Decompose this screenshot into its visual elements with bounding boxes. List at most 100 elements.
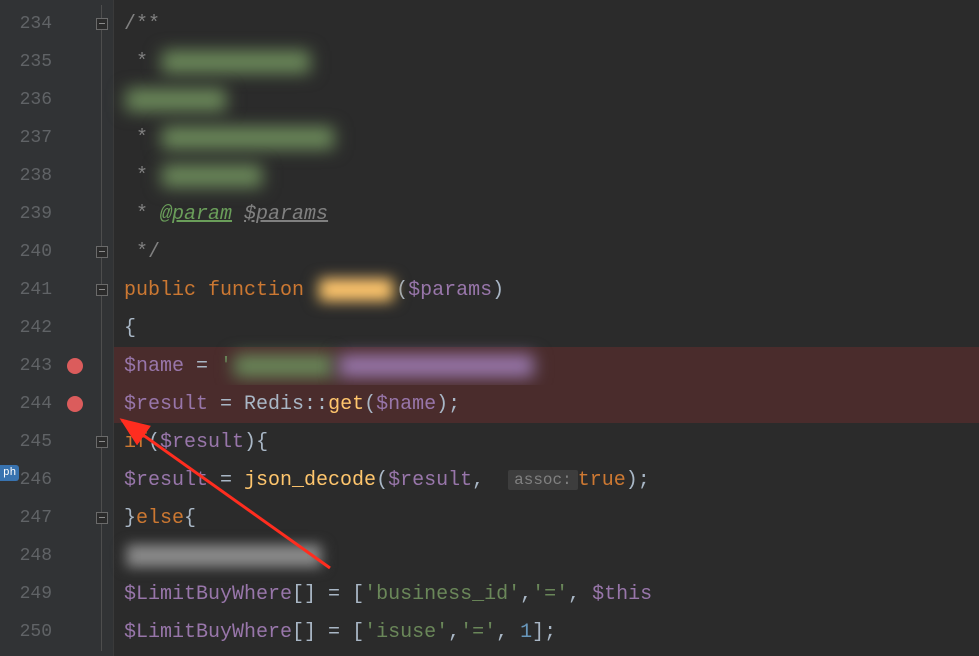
- fold-slot[interactable]: [90, 233, 113, 271]
- breakpoint-slot[interactable]: [60, 157, 90, 195]
- breakpoint-slot[interactable]: [60, 461, 90, 499]
- fold-slot[interactable]: [90, 613, 113, 651]
- code-line[interactable]: ████████: [114, 81, 979, 119]
- breakpoint-icon[interactable]: [67, 396, 83, 412]
- fold-marker-icon[interactable]: [96, 18, 108, 30]
- line-number[interactable]: 239: [0, 195, 60, 233]
- fold-marker-icon[interactable]: [96, 246, 108, 258]
- breakpoints-column[interactable]: [60, 0, 90, 656]
- variable-result: $result: [124, 469, 208, 492]
- line-number[interactable]: 245: [0, 423, 60, 461]
- breakpoint-slot[interactable]: [60, 385, 90, 423]
- code-line[interactable]: {: [114, 309, 979, 347]
- arr-close: ]: [532, 621, 544, 644]
- fold-slot[interactable]: [90, 195, 113, 233]
- line-number[interactable]: 235: [0, 43, 60, 81]
- variable-result: $result: [160, 431, 244, 454]
- comma: ,: [568, 583, 592, 606]
- redacted-text: ████████: [160, 165, 264, 188]
- doctag-param: @param: [160, 203, 232, 226]
- line-number[interactable]: 238: [0, 157, 60, 195]
- code-line[interactable]: * ████████████: [114, 43, 979, 81]
- line-number[interactable]: 250: [0, 613, 60, 651]
- fold-slot[interactable]: [90, 461, 113, 499]
- line-number[interactable]: 243: [0, 347, 60, 385]
- semicolon: ;: [448, 393, 460, 416]
- line-number[interactable]: 249: [0, 575, 60, 613]
- line-number[interactable]: 247: [0, 499, 60, 537]
- variable-name: $name: [376, 393, 436, 416]
- breakpoint-slot[interactable]: [60, 233, 90, 271]
- brace-open: {: [124, 317, 136, 340]
- line-number[interactable]: 236: [0, 81, 60, 119]
- assign: =: [316, 583, 352, 606]
- redacted-string: ████████: [232, 355, 336, 378]
- fold-slot[interactable]: [90, 271, 113, 309]
- breakpoint-slot[interactable]: [60, 271, 90, 309]
- fold-gutter-column[interactable]: [90, 0, 114, 656]
- breakpoint-slot[interactable]: [60, 423, 90, 461]
- breakpoint-slot[interactable]: [60, 119, 90, 157]
- fold-marker-icon[interactable]: [96, 512, 108, 524]
- fold-slot[interactable]: [90, 5, 113, 43]
- fold-slot[interactable]: [90, 43, 113, 81]
- line-number[interactable]: 234: [0, 5, 60, 43]
- paren-close: ): [436, 393, 448, 416]
- fold-slot[interactable]: [90, 499, 113, 537]
- code-line-breakpoint[interactable]: $result = Redis::get($name);: [114, 385, 979, 423]
- comment-star: *: [124, 127, 160, 150]
- breakpoint-icon[interactable]: [67, 358, 83, 374]
- line-number[interactable]: 240: [0, 233, 60, 271]
- assign: =: [184, 355, 220, 378]
- fold-marker-icon[interactable]: [96, 284, 108, 296]
- side-tab[interactable]: ph: [0, 465, 19, 481]
- semicolon: ;: [544, 621, 556, 644]
- gutter: 2342352362372382392402412422432442452462…: [0, 0, 114, 656]
- fold-slot[interactable]: [90, 575, 113, 613]
- line-number[interactable]: 241: [0, 271, 60, 309]
- code-line[interactable]: * @param $params: [114, 195, 979, 233]
- paren-open: (: [364, 393, 376, 416]
- line-number[interactable]: 237: [0, 119, 60, 157]
- fold-slot[interactable]: [90, 81, 113, 119]
- breakpoint-slot[interactable]: [60, 537, 90, 575]
- code-line[interactable]: $LimitBuyWhere[] = [ 'isuse','=', 1 ];: [114, 613, 979, 651]
- breakpoint-slot[interactable]: [60, 5, 90, 43]
- breakpoint-slot[interactable]: [60, 575, 90, 613]
- code-area[interactable]: /** * ████████████ ████████ * ██████████…: [114, 0, 979, 656]
- fold-slot[interactable]: [90, 423, 113, 461]
- code-line[interactable]: public function ██████($params): [114, 271, 979, 309]
- line-number[interactable]: 248: [0, 537, 60, 575]
- code-line[interactable]: * ██████████████: [114, 119, 979, 157]
- code-line[interactable]: /**: [114, 5, 979, 43]
- code-line[interactable]: */: [114, 233, 979, 271]
- fold-slot[interactable]: [90, 385, 113, 423]
- fold-slot[interactable]: [90, 157, 113, 195]
- variable-name: $name: [124, 355, 184, 378]
- fold-marker-icon[interactable]: [96, 436, 108, 448]
- string-eq: '=': [532, 583, 568, 606]
- breakpoint-slot[interactable]: [60, 81, 90, 119]
- breakpoint-slot[interactable]: [60, 309, 90, 347]
- code-line[interactable]: $result = json_decode($result, assoc: tr…: [114, 461, 979, 499]
- breakpoint-slot[interactable]: [60, 195, 90, 233]
- fold-slot[interactable]: [90, 347, 113, 385]
- code-line[interactable]: ████████████████: [114, 537, 979, 575]
- brackets: []: [292, 621, 316, 644]
- redacted-text: ████████: [124, 89, 228, 112]
- fold-slot[interactable]: [90, 309, 113, 347]
- fold-slot[interactable]: [90, 119, 113, 157]
- code-line[interactable]: * ████████: [114, 157, 979, 195]
- line-number[interactable]: 242: [0, 309, 60, 347]
- fold-slot[interactable]: [90, 537, 113, 575]
- breakpoint-slot[interactable]: [60, 613, 90, 651]
- code-line[interactable]: if ($result) {: [114, 423, 979, 461]
- code-line[interactable]: } else {: [114, 499, 979, 537]
- breakpoint-slot[interactable]: [60, 347, 90, 385]
- code-line[interactable]: $LimitBuyWhere[] = ['business_id','=', $…: [114, 575, 979, 613]
- code-line-breakpoint[interactable]: $name = '████████ ████████████████: [114, 347, 979, 385]
- line-numbers-column: 2342352362372382392402412422432442452462…: [0, 0, 60, 656]
- line-number[interactable]: 244: [0, 385, 60, 423]
- breakpoint-slot[interactable]: [60, 499, 90, 537]
- breakpoint-slot[interactable]: [60, 43, 90, 81]
